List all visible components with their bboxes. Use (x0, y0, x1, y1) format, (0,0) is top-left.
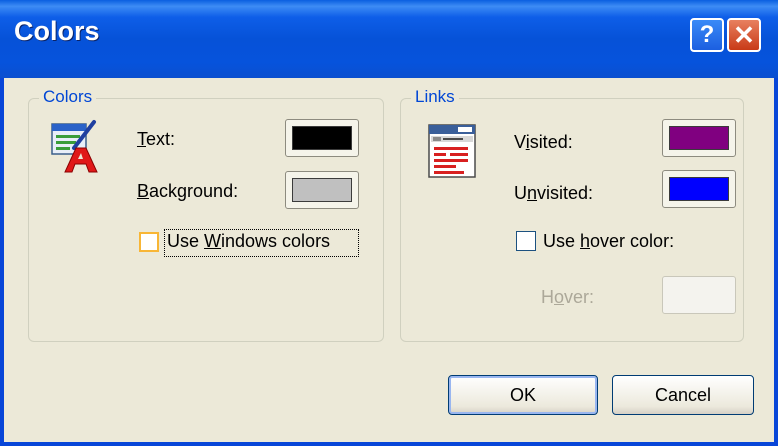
close-icon: ✕ (733, 20, 755, 50)
background-color-button[interactable] (285, 171, 359, 209)
help-icon: ? (699, 21, 715, 48)
links-group-legend: Links (411, 87, 459, 107)
use-windows-colors-checkbox[interactable] (139, 232, 159, 252)
visited-color-button[interactable] (662, 119, 736, 157)
help-button[interactable]: ? (690, 18, 724, 52)
use-hover-color-checkbox[interactable] (516, 231, 536, 251)
use-windows-colors-label[interactable]: Use Windows colors (167, 231, 330, 252)
text-color-button[interactable] (285, 119, 359, 157)
hover-color-label: Hover: (541, 287, 595, 307)
text-color-label: Text: (137, 129, 176, 149)
title-bar[interactable]: Colors ? ✕ (0, 0, 778, 78)
unvisited-color-swatch (669, 177, 729, 201)
ok-button[interactable]: OK (448, 375, 598, 415)
links-icon (428, 124, 476, 178)
visited-color-label: Visited: (514, 132, 573, 152)
unvisited-color-label: Unvisited: (514, 183, 594, 203)
cancel-button[interactable]: Cancel (612, 375, 754, 415)
use-hover-color-label[interactable]: Use hover color: (543, 231, 674, 252)
unvisited-color-button[interactable] (662, 170, 736, 208)
background-color-swatch (292, 178, 352, 202)
visited-color-swatch (669, 126, 729, 150)
hover-color-button (662, 276, 736, 314)
background-color-label: Background: (137, 181, 239, 201)
colors-icon (51, 120, 98, 173)
window-title: Colors (14, 16, 100, 46)
text-color-swatch (292, 126, 352, 150)
colors-group-legend: Colors (39, 87, 97, 107)
close-button[interactable]: ✕ (727, 18, 761, 52)
